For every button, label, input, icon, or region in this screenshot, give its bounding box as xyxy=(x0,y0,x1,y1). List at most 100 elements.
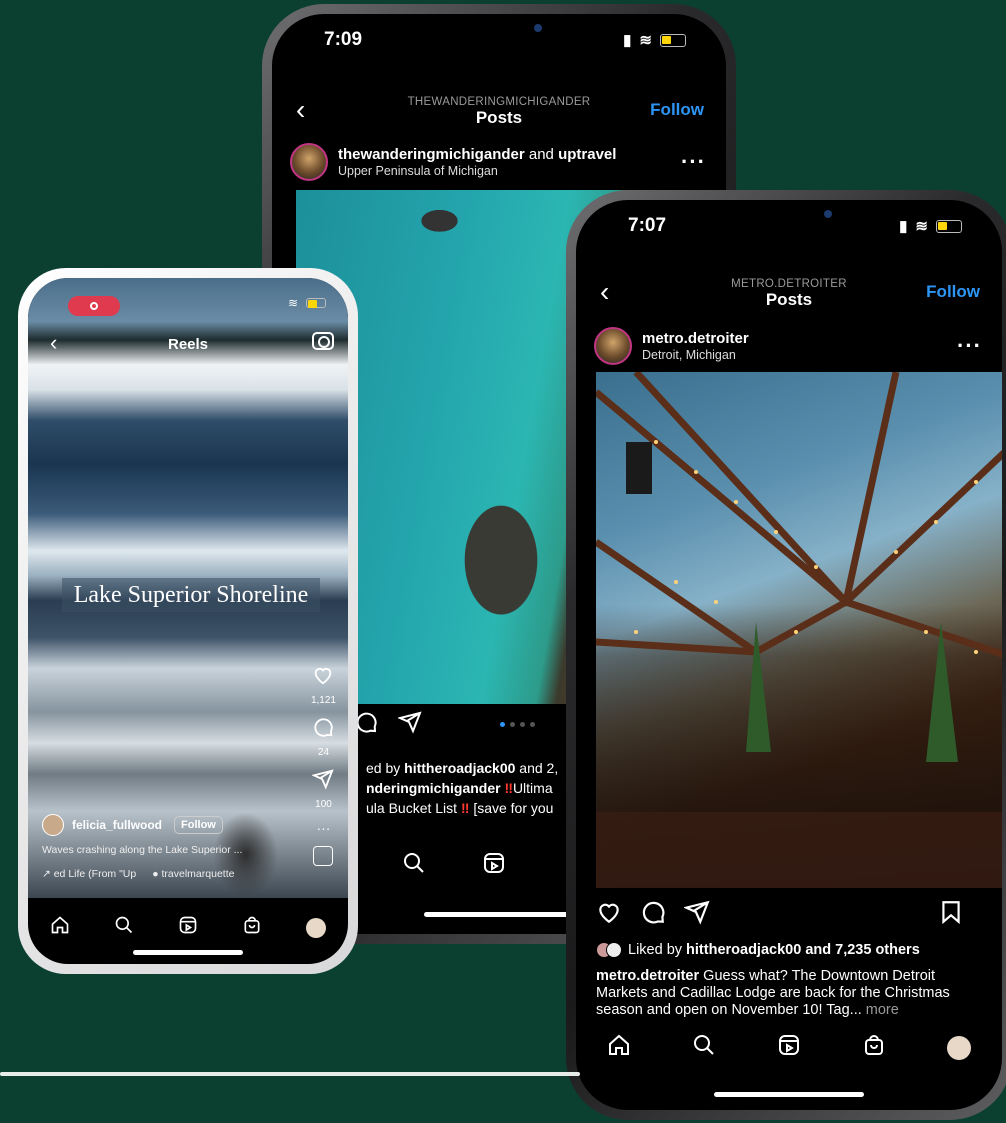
search-icon[interactable] xyxy=(402,851,426,882)
liked-prefix: Liked by xyxy=(628,942,687,958)
follow-button[interactable]: Follow xyxy=(174,816,223,834)
post-image-tent-market[interactable] xyxy=(596,372,1002,888)
back-icon[interactable]: ‹ xyxy=(600,276,609,308)
tagged-user[interactable]: ● travelmarquette xyxy=(152,868,234,880)
liked-line: ed by hittheroadjack00 and 2, xyxy=(366,758,558,778)
reels-icon[interactable] xyxy=(777,1033,801,1064)
post-header: metro.detroiter Detroit, Michigan ··· xyxy=(576,320,1002,372)
reel-side-actions: 1,121 24 100 ··· xyxy=(311,664,336,866)
search-icon[interactable] xyxy=(114,914,134,942)
wifi-icon: ≋ xyxy=(287,296,298,310)
follow-button[interactable]: Follow xyxy=(926,282,980,302)
share-icon[interactable] xyxy=(682,899,728,930)
camera-icon[interactable] xyxy=(312,332,334,350)
comment-icon[interactable] xyxy=(312,716,334,741)
header-title: Posts xyxy=(765,290,813,309)
header-title: Posts xyxy=(475,108,523,127)
more-icon[interactable]: ··· xyxy=(957,333,982,359)
post-actions xyxy=(354,710,422,739)
avatar[interactable] xyxy=(290,143,328,181)
comment-count: 24 xyxy=(317,747,330,758)
battery-icon xyxy=(936,219,962,233)
status-icons: ▮ ≋ xyxy=(899,217,962,235)
share-icon[interactable] xyxy=(311,768,335,793)
reel-username[interactable]: felicia_fullwood xyxy=(72,818,162,832)
post-meta: thewanderingmichigander and uptravel Upp… xyxy=(338,146,616,179)
alert-icon: ‼ xyxy=(460,800,470,816)
save-icon[interactable] xyxy=(938,899,982,930)
avatar[interactable] xyxy=(42,814,64,836)
divider-line xyxy=(0,1072,580,1076)
post-meta: metro.detroiter Detroit, Michigan xyxy=(642,330,749,363)
home-indicator xyxy=(424,912,574,917)
reel-audio-row: ↗ ed Life (From "Up ● travelmarquette xyxy=(42,868,234,880)
home-indicator xyxy=(714,1092,864,1097)
avatar[interactable] xyxy=(594,327,632,365)
status-time: 7:07 xyxy=(628,215,667,236)
posts-header: ‹ THEWANDERINGMICHIGANDER Posts Follow xyxy=(272,84,726,140)
more-icon[interactable]: ··· xyxy=(681,149,706,175)
reels-icon[interactable] xyxy=(178,914,198,942)
caption-more-link[interactable]: more xyxy=(862,1002,899,1018)
reel-user-row: felicia_fullwood Follow xyxy=(42,814,223,836)
reels-icon[interactable] xyxy=(482,851,506,882)
caption-user[interactable]: nderingmichigander xyxy=(366,780,501,796)
search-icon[interactable] xyxy=(692,1033,716,1064)
post-username[interactable]: thewanderingmichigander xyxy=(338,146,525,163)
liked-user[interactable]: hittheroadjack00 xyxy=(686,942,801,958)
home-icon[interactable] xyxy=(50,914,70,942)
status-icons: ≋ xyxy=(288,296,326,310)
liked-prefix: ed by xyxy=(366,760,405,776)
status-bar: 7:07 ▮ ≋ xyxy=(576,200,1002,252)
tent-frame-graphic xyxy=(596,372,1002,888)
alert-icon: ‼ xyxy=(504,780,513,796)
liked-user[interactable]: hittheroadjack00 xyxy=(404,760,515,776)
profile-avatar[interactable] xyxy=(947,1036,972,1060)
liked-text: Liked by hittheroadjack00 and 7,235 othe… xyxy=(628,942,920,958)
liked-suffix[interactable]: and 7,235 others xyxy=(801,942,919,958)
more-icon[interactable]: ··· xyxy=(316,820,330,836)
phone-reels: ≋ ‹ Reels Lake Superior Shoreline 1,121 … xyxy=(18,268,358,974)
post-username[interactable]: metro.detroiter xyxy=(642,330,749,348)
audio-track[interactable]: ↗ ed Life (From "Up xyxy=(42,868,136,880)
reels-title: Reels xyxy=(167,336,209,353)
record-icon xyxy=(90,302,98,310)
wifi-icon: ≋ xyxy=(639,32,652,49)
audio-thumbnail[interactable] xyxy=(313,846,334,866)
battery-icon xyxy=(306,298,326,308)
post-header: thewanderingmichigander and uptravel Upp… xyxy=(272,136,726,188)
liked-line: Liked by hittheroadjack00 and 7,235 othe… xyxy=(596,942,920,958)
shop-icon[interactable] xyxy=(242,914,262,942)
post-location[interactable]: Detroit, Michigan xyxy=(642,348,749,363)
caption-user[interactable]: metro.detroiter xyxy=(596,968,699,984)
caption-text: Ultima xyxy=(512,780,553,796)
post-coauthor[interactable]: uptravel xyxy=(558,146,616,163)
comment-icon[interactable] xyxy=(640,899,684,930)
heart-icon[interactable] xyxy=(596,899,640,930)
caption-line2a: ula Bucket List xyxy=(366,800,458,816)
screen-reels: ≋ ‹ Reels Lake Superior Shoreline 1,121 … xyxy=(28,278,348,964)
heart-icon[interactable] xyxy=(312,664,334,689)
posts-header: ‹ METRO.DETROITER Posts Follow xyxy=(576,266,1002,322)
signal-icon: ▮ xyxy=(899,218,908,235)
home-icon[interactable] xyxy=(607,1033,631,1064)
home-indicator xyxy=(133,950,243,955)
reel-description[interactable]: Waves crashing along the Lake Superior .… xyxy=(42,844,242,856)
screen-detroiter: 7:07 ▮ ≋ ‹ METRO.DETROITER Posts Follow … xyxy=(576,200,1002,1110)
wifi-icon: ≋ xyxy=(915,218,928,235)
status-bar: 7:09 ▮ ≋ xyxy=(272,14,726,66)
tagged-username: travelmarquette xyxy=(161,868,235,880)
carousel-dots xyxy=(500,722,535,727)
profile-avatar[interactable] xyxy=(306,918,326,938)
post-and: and xyxy=(524,145,559,163)
shop-icon[interactable] xyxy=(862,1033,886,1064)
bottom-nav xyxy=(576,1022,1002,1074)
battery-icon xyxy=(660,33,686,47)
like-count: 1,121 xyxy=(310,695,336,706)
follow-button[interactable]: Follow xyxy=(650,100,704,120)
share-count: 100 xyxy=(315,799,332,810)
share-icon[interactable] xyxy=(396,710,422,739)
post-location[interactable]: Upper Peninsula of Michigan xyxy=(338,164,616,179)
back-icon[interactable]: ‹ xyxy=(296,94,305,126)
caption-line2b: [save for you xyxy=(473,800,554,816)
